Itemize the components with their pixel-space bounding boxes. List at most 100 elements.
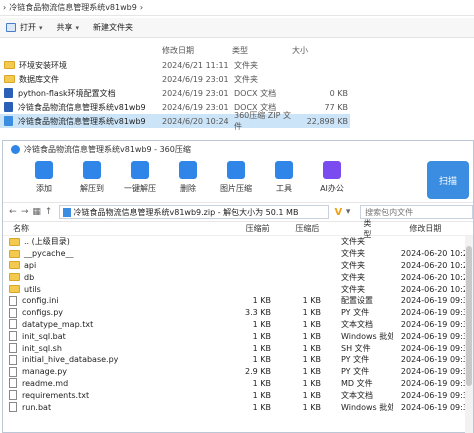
- entry-name: run.bat: [22, 402, 52, 412]
- zip-row[interactable]: manage.py 2.9 KB 1 KB PY 文件 2024-06-19 09:35: [3, 366, 473, 378]
- file-name: 冷链食品物流信息管理系统v81wb9: [18, 116, 146, 126]
- tool-image-compress-button[interactable]: 图片压缩: [213, 161, 259, 194]
- file-size: 77 KB: [324, 102, 348, 112]
- column-before[interactable]: 压缩前: [224, 223, 274, 234]
- entry-name-cell: manage.py: [3, 366, 225, 377]
- entry-type: MD 文件: [341, 378, 373, 388]
- zip-row[interactable]: init_sql.bat 1 KB 1 KB Windows 批处理... 2024-0…: [3, 330, 473, 342]
- entry-date: 2024-06-20 10:23: [400, 272, 473, 282]
- open-button[interactable]: 打开 ▾: [6, 22, 43, 33]
- new-folder-button[interactable]: 新建文件夹: [93, 22, 133, 33]
- entry-before-size: 1 KB: [252, 296, 271, 306]
- file-icon: [9, 366, 17, 377]
- zip-row[interactable]: db 文件夹 2024-06-20 10:23: [3, 271, 473, 283]
- entry-date: 2024-06-20 10:23: [400, 249, 473, 259]
- delete-icon: [179, 161, 197, 179]
- entry-date: 2024-06-19 09:35: [400, 367, 473, 377]
- breadcrumb-item[interactable]: 冷链食品物流信息管理系统v81wb9: [9, 2, 137, 13]
- chevron-right-icon: ›: [139, 3, 144, 12]
- explorer-row[interactable]: 数据库文件 2024/6/19 23:01 文件夹: [0, 72, 474, 86]
- zip-row[interactable]: datatype_map.txt 1 KB 1 KB 文本文档 2024-06-19 0…: [3, 319, 473, 331]
- tool-label: 删除: [180, 184, 196, 193]
- file-size: 22,898 KB: [306, 116, 348, 126]
- column-after[interactable]: 压缩后: [274, 223, 324, 234]
- entry-date: 2024-06-19 09:35: [400, 343, 473, 353]
- view-icon[interactable]: ▦: [31, 207, 43, 217]
- scroll-thumb[interactable]: [466, 246, 472, 386]
- entry-type: 文件夹: [341, 272, 365, 282]
- file-type: 360压缩 ZIP 文件: [234, 111, 292, 131]
- tool-tools-button[interactable]: 工具: [261, 161, 307, 194]
- entry-date: 2024-06-20 10:23: [400, 260, 473, 270]
- zip-row[interactable]: utils 文件夹 2024-06-20 10:23: [3, 283, 473, 295]
- zip-row[interactable]: .. (上级目录) 文件夹: [3, 236, 473, 248]
- entry-name: db: [24, 272, 35, 282]
- zip-icon: [4, 116, 13, 126]
- file-type: 文件夹: [234, 74, 258, 84]
- file-icon: [9, 319, 17, 330]
- column-name[interactable]: 名称: [3, 223, 224, 234]
- explorer-row[interactable]: python-flask环境配置文档 2024/6/19 23:01 DOCX 文档…: [0, 86, 474, 100]
- tool-delete-button[interactable]: 删除: [165, 161, 211, 194]
- entry-before-size: 2.9 KB: [245, 367, 271, 377]
- entry-type: 文件夹: [341, 249, 365, 259]
- column-size[interactable]: 大小: [292, 45, 308, 56]
- chevron-down-icon[interactable]: ▾: [342, 207, 354, 217]
- add-icon: [35, 161, 53, 179]
- search-field[interactable]: [360, 205, 473, 219]
- tool-add-button[interactable]: 添加: [21, 161, 67, 194]
- zip-row[interactable]: readme.md 1 KB 1 KB MD 文件 2024-06-19 09:35: [3, 378, 473, 390]
- share-label: 共享: [56, 23, 73, 32]
- tool-ai-button[interactable]: AI办公: [309, 161, 355, 194]
- column-date[interactable]: 修改日期: [162, 45, 232, 56]
- zip-row[interactable]: init_sql.sh 1 KB 1 KB SH 文件 2024-06-19 09:35: [3, 342, 473, 354]
- explorer-row[interactable]: 冷链食品物流信息管理系统v81wb9 2024/6/20 10:24 360压缩 Z…: [0, 111, 350, 131]
- entry-name: .. (上级目录): [24, 237, 70, 247]
- zip-row[interactable]: configs.py 3.3 KB 1 KB PY 文件 2024-06-19 09:3…: [3, 307, 473, 319]
- entry-name: api: [24, 260, 37, 270]
- entry-name-cell: initial_hive_database.py: [3, 354, 225, 365]
- file-icon: [9, 402, 17, 413]
- column-type[interactable]: 类型: [232, 45, 292, 56]
- up-icon[interactable]: ↑: [43, 207, 55, 217]
- ai-icon: [323, 161, 341, 179]
- entry-name-cell: run.bat: [3, 402, 225, 413]
- zip-row[interactable]: run.bat 1 KB 1 KB Windows 批处理... 2024-06-19 …: [3, 401, 473, 413]
- entry-type: Windows 批处理...: [341, 402, 393, 412]
- column-date[interactable]: 修改日期: [375, 223, 473, 234]
- explorer-row[interactable]: 环境安装环境 2024/6/21 11:11 文件夹: [0, 58, 474, 72]
- entry-after-size: 1 KB: [302, 378, 321, 388]
- entry-name-cell: config.ini: [3, 295, 225, 306]
- entry-name-cell: datatype_map.txt: [3, 319, 225, 330]
- zip-row[interactable]: __pycache__ 文件夹 2024-06-20 10:23: [3, 248, 473, 260]
- v-icon[interactable]: V: [335, 207, 343, 218]
- extract-icon: [83, 161, 101, 179]
- zip-row[interactable]: api 文件夹 2024-06-20 10:23: [3, 260, 473, 272]
- entry-after-size: 1 KB: [302, 296, 321, 306]
- entry-after-size: 1 KB: [302, 308, 321, 318]
- zip-column-header: 名称 压缩前 压缩后 类型 修改日期: [3, 219, 473, 239]
- entry-name-cell: db: [3, 273, 225, 282]
- tool-label: 工具: [276, 184, 292, 193]
- zip-row[interactable]: config.ini 1 KB 1 KB 配置设置 2024-06-19 09:35: [3, 295, 473, 307]
- chevron-down-icon: ▾: [39, 23, 43, 32]
- search-input[interactable]: [365, 207, 466, 217]
- entry-name-cell: configs.py: [3, 307, 225, 318]
- zip-row[interactable]: initial_hive_database.py 1 KB 1 KB PY 文件 202…: [3, 354, 473, 366]
- address-field[interactable]: 冷链食品物流信息管理系统v81wb9.zip - 解包大小为 50.1 MB: [58, 205, 329, 219]
- scrollbar[interactable]: [465, 236, 473, 433]
- file-date: 2024/6/19 23:01: [162, 88, 229, 98]
- file-name: 环境安装环境: [19, 60, 67, 70]
- scan-button[interactable]: 扫描: [427, 161, 469, 199]
- forward-icon[interactable]: →: [19, 207, 31, 217]
- file-name: 数据库文件: [19, 74, 59, 84]
- zip-row[interactable]: requirements.txt 1 KB 1 KB 文本文档 2024-06-19 0…: [3, 389, 473, 401]
- entry-before-size: 3.3 KB: [245, 308, 271, 318]
- entry-name: manage.py: [22, 367, 68, 377]
- file-name-cell: 冷链食品物流信息管理系统v81wb9: [0, 102, 162, 113]
- breadcrumb[interactable]: › 冷链食品物流信息管理系统v81wb9 ›: [0, 0, 474, 16]
- share-button[interactable]: 共享 ▾: [57, 22, 80, 33]
- tool-one-click-extract-button[interactable]: 一键解压: [117, 161, 163, 194]
- tool-extract-button[interactable]: 解压到: [69, 161, 115, 194]
- back-icon[interactable]: ←: [7, 207, 19, 217]
